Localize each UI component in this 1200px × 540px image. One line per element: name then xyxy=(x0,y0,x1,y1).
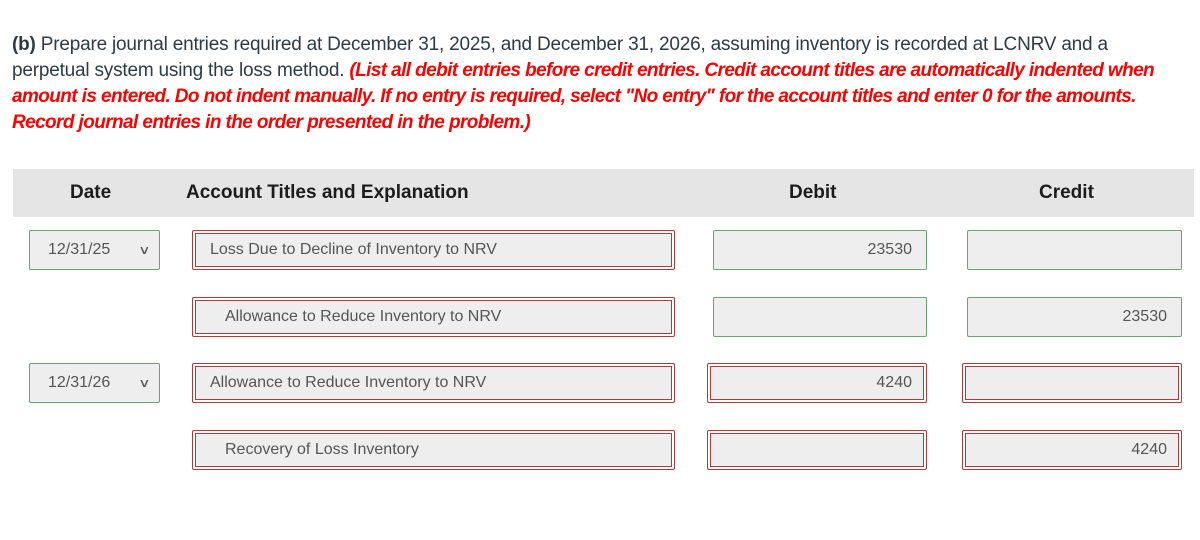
credit-input-row-3[interactable] xyxy=(962,363,1182,403)
header-date: Date xyxy=(70,182,112,203)
credit-input-row-1[interactable] xyxy=(967,230,1182,270)
header-credit: Credit xyxy=(1039,182,1094,203)
question-text: (b) Prepare journal entries required at … xyxy=(12,32,1187,136)
question-part-label: (b) xyxy=(12,34,36,55)
credit-input-row-4[interactable]: 4240 xyxy=(962,430,1182,470)
debit-input-row-4[interactable] xyxy=(707,430,927,470)
account-input-row-3[interactable]: Allowance to Reduce Inventory to NRV xyxy=(192,363,675,403)
credit-input-row-2[interactable]: 23530 xyxy=(967,297,1182,337)
header-account-titles: Account Titles and Explanation xyxy=(186,182,469,203)
date-value: 12/31/25 xyxy=(48,241,111,258)
date-select-entry-2[interactable]: 12/31/26 ∨ xyxy=(29,363,160,403)
header-debit: Debit xyxy=(789,182,837,203)
account-input-row-2[interactable]: Allowance to Reduce Inventory to NRV xyxy=(192,297,675,337)
account-input-row-4[interactable]: Recovery of Loss Inventory xyxy=(192,430,675,470)
debit-input-row-1[interactable]: 23530 xyxy=(713,230,927,270)
date-value: 12/31/26 xyxy=(48,374,111,391)
chevron-down-icon: ∨ xyxy=(138,376,151,390)
account-input-row-1[interactable]: Loss Due to Decline of Inventory to NRV xyxy=(192,230,675,270)
debit-input-row-3[interactable]: 4240 xyxy=(707,363,927,403)
chevron-down-icon: ∨ xyxy=(138,243,151,257)
debit-input-row-2[interactable] xyxy=(713,297,927,337)
date-select-entry-1[interactable]: 12/31/25 ∨ xyxy=(29,230,160,270)
table-header: Date Account Titles and Explanation Debi… xyxy=(13,169,1194,217)
